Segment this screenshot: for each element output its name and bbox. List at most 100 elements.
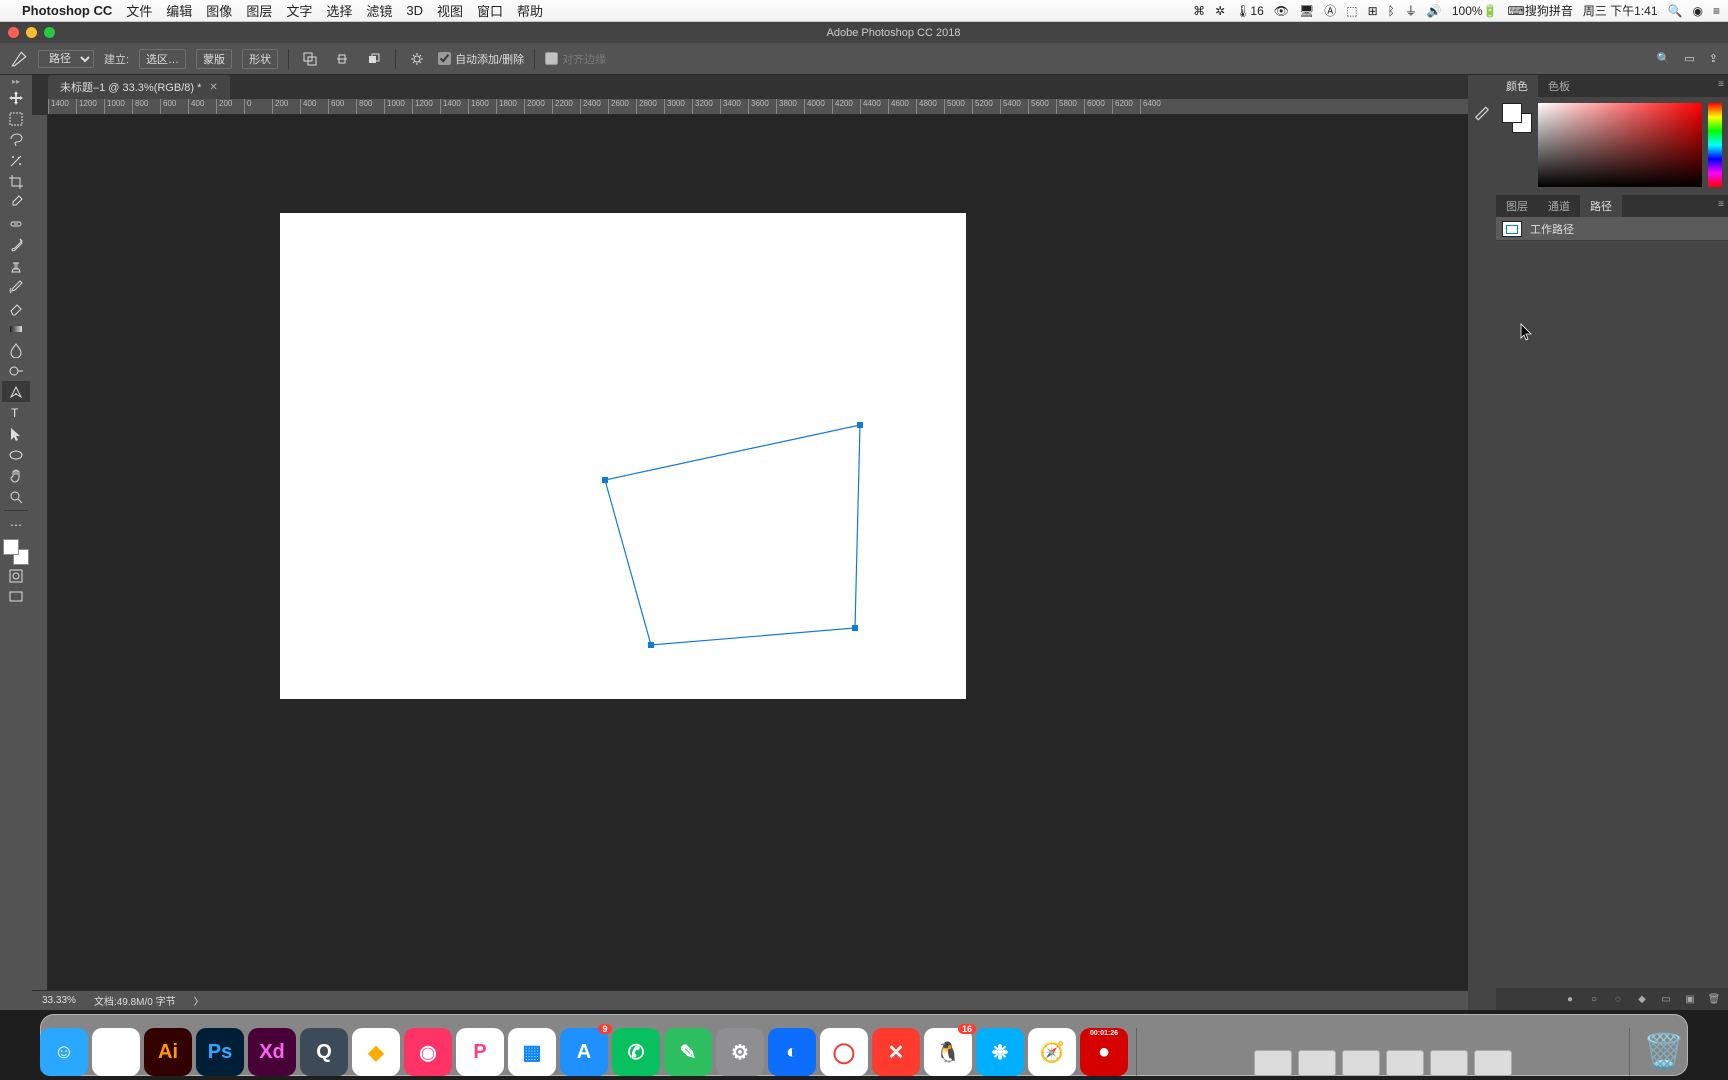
menu-help[interactable]: 帮助 [517,1,543,20]
horizontal-ruler[interactable]: 1400120010008006004002000200400600800100… [48,99,1468,115]
dock-app-protopie[interactable]: P [456,1028,504,1076]
zoom-level[interactable]: 33.33% [42,995,76,1006]
share-icon[interactable]: ⇪ [1709,52,1718,65]
brush-panel-icon[interactable] [1472,101,1492,121]
load-selection-icon[interactable]: ◌ [1612,993,1624,1005]
close-tab-icon[interactable]: ✕ [209,82,217,93]
path-alignment-icon[interactable] [331,48,353,70]
dock-app-illustrator[interactable]: Ai [144,1028,192,1076]
status-arrow-icon[interactable]: 〉 [194,993,204,1008]
path-arrangement-icon[interactable] [363,48,385,70]
search-icon[interactable]: 🔍 [1657,52,1671,65]
make-selection-button[interactable]: 选区… [139,49,186,69]
pen-tool-icon[interactable] [10,50,28,68]
fill-path-icon[interactable]: ● [1564,993,1576,1005]
menu-type[interactable]: 文字 [286,1,312,20]
color-field[interactable] [1538,103,1702,187]
notification-center-icon[interactable]: ≡ [1713,4,1720,18]
dock-app-wechat[interactable]: ✆ [612,1028,660,1076]
dock-app-safari[interactable]: 🧭 [1028,1028,1076,1076]
pen-tool[interactable] [2,381,30,402]
tab-channels[interactable]: 通道 [1538,195,1580,217]
volume-icon[interactable]: 🔊 [1427,4,1442,18]
screen-mode-icon[interactable]: ▭ [1684,52,1694,65]
dock-app-xd[interactable]: Xd [248,1028,296,1076]
dock-app-quicktime[interactable]: Q [300,1028,348,1076]
menu-file[interactable]: 文件 [126,1,152,20]
maximize-window-button[interactable] [44,27,55,38]
dock-trash[interactable]: 🗑️ [1640,1028,1688,1076]
gear-icon[interactable] [406,48,428,70]
menu-image[interactable]: 图像 [206,1,232,20]
hue-slider[interactable] [1708,103,1722,187]
menu-edit[interactable]: 编辑 [166,1,192,20]
screen-mode-tool-icon[interactable] [2,586,30,607]
brush-tool[interactable] [2,234,30,255]
menu-view[interactable]: 视图 [437,1,463,20]
make-work-path-icon[interactable]: ◆ [1636,993,1648,1005]
bluetooth-icon[interactable]: ᛒ [1388,4,1395,18]
path-operations-icon[interactable] [299,48,321,70]
dock-app-evernote[interactable]: ✎ [664,1028,712,1076]
make-mask-button[interactable]: 蒙版 [196,49,232,69]
close-window-button[interactable] [8,27,19,38]
status-icon-c[interactable]: ⊞ [1368,4,1378,18]
stroke-path-icon[interactable]: ○ [1588,993,1600,1005]
panel-menu-icon[interactable]: ≡ [1718,199,1724,210]
history-brush-tool[interactable] [2,276,30,297]
ime-status[interactable]: ⌨ 搜狗拼音 [1508,2,1573,19]
document-info[interactable]: 文档:49.8M/0 字节 [94,993,176,1008]
dock-app-recorder[interactable]: ●00:01:26 [1080,1028,1128,1076]
spotlight-icon[interactable]: 🔍 [1668,4,1683,18]
siri-icon[interactable]: ◉ [1693,4,1703,18]
wifi-icon[interactable]: ⏚ [1405,2,1417,19]
dock-app-chrome[interactable]: ◯ [820,1028,868,1076]
status-icon-b[interactable]: ⬚ [1346,4,1357,18]
dock-app-teamviewer[interactable]: ◐ [768,1028,816,1076]
tab-swatches[interactable]: 色板 [1538,75,1580,97]
status-icon-display[interactable]: 🖥 [1299,4,1314,18]
color-swatches[interactable] [3,539,29,565]
blur-tool[interactable] [2,339,30,360]
status-icon-2[interactable]: ✲ [1215,4,1225,18]
dock-app-settings[interactable]: ⚙ [716,1028,764,1076]
magic-wand-tool[interactable] [2,150,30,171]
crop-tool[interactable] [2,171,30,192]
quick-mask-icon[interactable] [2,565,30,586]
tool-mode-select[interactable]: 路径 [38,50,94,68]
dock-app-close-app[interactable]: ✕ [872,1028,920,1076]
dock-app-finder[interactable]: ☺ [40,1028,88,1076]
dock-app-dingtalk[interactable]: ❉ [976,1028,1024,1076]
dodge-tool[interactable] [2,360,30,381]
dock-minimized-win2[interactable] [1298,1050,1336,1076]
dock-app-sketch[interactable]: ◆ [352,1028,400,1076]
dock-app-keynote[interactable]: ▦ [508,1028,556,1076]
marquee-tool[interactable] [2,108,30,129]
dock-app-appstore[interactable]: A9 [560,1028,608,1076]
lasso-tool[interactable] [2,129,30,150]
eyedropper-tool[interactable] [2,192,30,213]
datetime-status[interactable]: 周三 下午1:41 [1583,2,1658,19]
status-icon-eye[interactable]: 👁 [1274,4,1289,18]
new-path-icon[interactable]: ▣ [1684,993,1696,1005]
dock-app-photos[interactable]: ✿ [92,1028,140,1076]
status-icon-3[interactable]: 🌡 16 [1235,4,1264,18]
move-tool[interactable] [2,87,30,108]
path-list-item[interactable]: 工作路径 [1496,217,1728,241]
delete-path-icon[interactable]: 🗑 [1708,993,1720,1005]
tools-collapse-icon[interactable]: ▸▸ [2,77,30,87]
menu-layer[interactable]: 图层 [246,1,272,20]
battery-status[interactable]: 100% 🔋 [1452,4,1498,18]
menu-3d[interactable]: 3D [406,3,423,18]
dock-minimized-win5[interactable] [1430,1050,1468,1076]
menu-select[interactable]: 选择 [326,1,352,20]
dock-minimized-win3[interactable] [1342,1050,1380,1076]
artboard[interactable] [280,213,966,699]
foreground-background-swatch[interactable] [1502,103,1532,133]
hand-tool[interactable] [2,465,30,486]
dock-app-qq[interactable]: 🐧16 [924,1028,972,1076]
tab-color[interactable]: 颜色 [1496,75,1538,97]
tab-layers[interactable]: 图层 [1496,195,1538,217]
auto-add-delete-checkbox[interactable]: 自动添加/删除 [438,51,524,67]
panel-menu-icon[interactable]: ≡ [1718,79,1724,90]
